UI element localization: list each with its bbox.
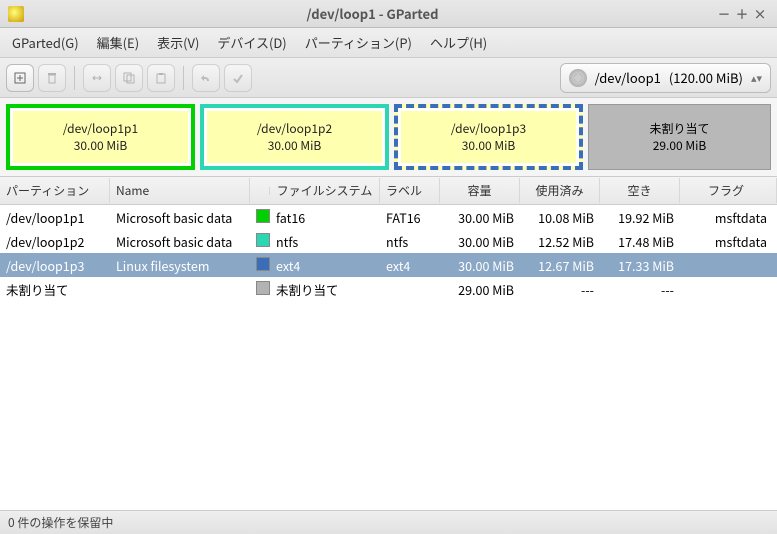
cell-label: ntfs xyxy=(380,228,440,255)
col-flags[interactable]: フラグ xyxy=(680,178,777,203)
cell-name: Microsoft basic data xyxy=(110,204,250,231)
col-used[interactable]: 使用済み xyxy=(520,178,600,203)
cell-label: FAT16 xyxy=(380,204,440,231)
menu-item[interactable]: 編集(E) xyxy=(89,29,147,56)
cell-partition: /dev/loop1p1 xyxy=(0,204,110,231)
cell-flags: msftdata xyxy=(680,228,777,255)
separator xyxy=(74,66,75,90)
cell-partition: 未割り当て xyxy=(0,276,110,303)
cell-flags xyxy=(680,261,777,269)
map-block-name: /dev/loop1p1 xyxy=(63,120,138,137)
cell-used: --- xyxy=(520,276,600,303)
cell-size: 30.00 MiB xyxy=(440,252,520,279)
table-header: パーティション Name ファイルシステム ラベル 容量 使用済み 空き フラグ xyxy=(0,177,777,205)
menu-item[interactable]: ヘルプ(H) xyxy=(422,29,495,56)
cell-name xyxy=(110,285,250,293)
col-free[interactable]: 空き xyxy=(600,178,680,203)
apply-button[interactable] xyxy=(224,64,252,92)
map-block-name: /dev/loop1p3 xyxy=(451,120,526,137)
maximize-button[interactable]: ＋ xyxy=(733,4,751,23)
map-block[interactable]: /dev/loop1p330.00 MiB xyxy=(394,104,583,170)
new-partition-button[interactable] xyxy=(6,64,34,92)
cell-size: 30.00 MiB xyxy=(440,228,520,255)
cell-free: 17.48 MiB xyxy=(600,228,680,255)
map-block-size: 30.00 MiB xyxy=(268,137,322,154)
col-name[interactable]: Name xyxy=(110,178,250,203)
cell-flags xyxy=(680,285,777,293)
partition-table: パーティション Name ファイルシステム ラベル 容量 使用済み 空き フラグ… xyxy=(0,176,777,510)
map-block[interactable]: /dev/loop1p130.00 MiB xyxy=(6,104,195,170)
cell-color xyxy=(250,204,270,231)
status-text: 0 件の操作を保留中 xyxy=(8,514,113,531)
delete-partition-button[interactable] xyxy=(38,64,66,92)
cell-name: Linux filesystem xyxy=(110,252,250,279)
map-block-name: 未割り当て xyxy=(649,120,709,137)
cell-filesystem: ext4 xyxy=(270,252,380,279)
device-selector[interactable]: /dev/loop1 (120.00 MiB) ▴▾ xyxy=(560,63,771,93)
menubar: GParted(G)編集(E)表示(V)デバイス(D)パーティション(P)ヘルプ… xyxy=(0,28,777,58)
cell-filesystem: ntfs xyxy=(270,228,380,255)
cell-size: 29.00 MiB xyxy=(440,276,520,303)
partition-map: /dev/loop1p130.00 MiB/dev/loop1p230.00 M… xyxy=(0,98,777,176)
map-block[interactable]: /dev/loop1p230.00 MiB xyxy=(200,104,389,170)
copy-button[interactable] xyxy=(115,64,143,92)
menu-item[interactable]: デバイス(D) xyxy=(209,29,294,56)
table-row[interactable]: /dev/loop1p2Microsoft basic data ntfsntfs… xyxy=(0,229,777,253)
statusbar: 0 件の操作を保留中 xyxy=(0,510,777,534)
chevron-up-down-icon: ▴▾ xyxy=(751,70,762,86)
menu-item[interactable]: パーティション(P) xyxy=(297,29,420,56)
cell-filesystem: fat16 xyxy=(270,204,380,231)
toolbar: /dev/loop1 (120.00 MiB) ▴▾ xyxy=(0,58,777,98)
separator xyxy=(183,66,184,90)
cell-used: 10.08 MiB xyxy=(520,204,600,231)
resize-move-button[interactable] xyxy=(83,64,111,92)
col-filesystem[interactable]: ファイルシステム xyxy=(270,178,380,203)
table-body: /dev/loop1p1Microsoft basic data fat16FAT… xyxy=(0,205,777,301)
table-row[interactable]: /dev/loop1p1Microsoft basic data fat16FAT… xyxy=(0,205,777,229)
cell-label xyxy=(380,285,440,293)
cell-label: ext4 xyxy=(380,252,440,279)
table-row[interactable]: /dev/loop1p3Linux filesystemext4ext430.0… xyxy=(0,253,777,277)
disk-icon xyxy=(569,69,587,87)
cell-name: Microsoft basic data xyxy=(110,228,250,255)
paste-button[interactable] xyxy=(147,64,175,92)
cell-flags: msftdata xyxy=(680,204,777,231)
cell-filesystem: 未割り当て xyxy=(270,276,380,303)
map-block-size: 30.00 MiB xyxy=(462,137,516,154)
window-title: /dev/loop1 - GParted xyxy=(30,4,715,23)
map-block-name: /dev/loop1p2 xyxy=(257,120,332,137)
col-color[interactable] xyxy=(250,187,270,195)
cell-size: 30.00 MiB xyxy=(440,204,520,231)
map-block-size: 30.00 MiB xyxy=(74,137,128,154)
cell-partition: /dev/loop1p3 xyxy=(0,252,110,279)
cell-color xyxy=(250,276,270,303)
map-block[interactable]: 未割り当て29.00 MiB xyxy=(588,104,771,170)
cell-free: 19.92 MiB xyxy=(600,204,680,231)
minimize-button[interactable]: － xyxy=(715,4,733,23)
device-selector-device: /dev/loop1 xyxy=(595,68,661,87)
cell-color xyxy=(250,252,270,279)
app-icon xyxy=(8,6,24,22)
undo-button[interactable] xyxy=(192,64,220,92)
menu-item[interactable]: GParted(G) xyxy=(4,29,87,56)
device-selector-size: (120.00 MiB) xyxy=(669,68,743,87)
close-button[interactable]: × xyxy=(751,4,769,23)
col-size[interactable]: 容量 xyxy=(440,178,520,203)
cell-partition: /dev/loop1p2 xyxy=(0,228,110,255)
table-row[interactable]: 未割り当て未割り当て29.00 MiB------ xyxy=(0,277,777,301)
map-block-size: 29.00 MiB xyxy=(653,137,707,154)
cell-color xyxy=(250,228,270,255)
cell-free: 17.33 MiB xyxy=(600,252,680,279)
titlebar: /dev/loop1 - GParted － ＋ × xyxy=(0,0,777,28)
cell-used: 12.67 MiB xyxy=(520,252,600,279)
col-label[interactable]: ラベル xyxy=(380,178,440,203)
cell-free: --- xyxy=(600,276,680,303)
menu-item[interactable]: 表示(V) xyxy=(149,29,207,56)
col-partition[interactable]: パーティション xyxy=(0,178,110,203)
cell-used: 12.52 MiB xyxy=(520,228,600,255)
